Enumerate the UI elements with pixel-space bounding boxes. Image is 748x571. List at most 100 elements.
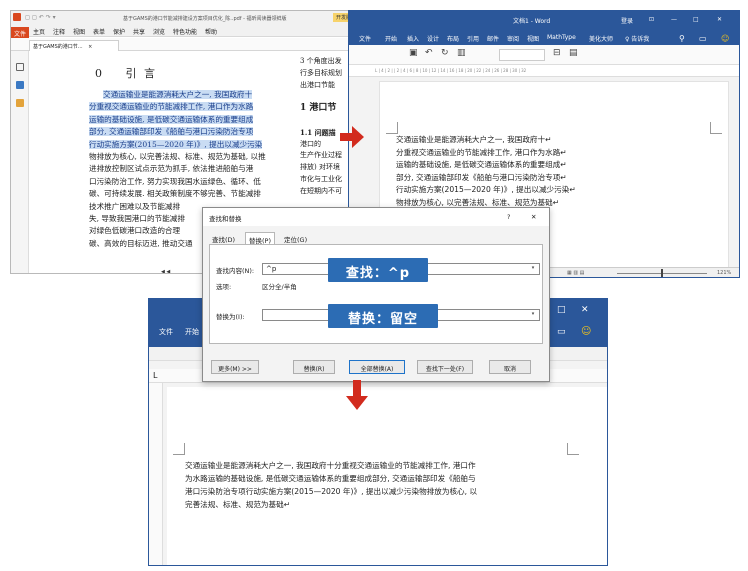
close-icon[interactable]: ✕ (531, 213, 536, 221)
find-input-value: ^p (266, 265, 277, 273)
tab-insert[interactable]: 插入 (407, 34, 419, 43)
section-heading: 0 引 言 (95, 65, 157, 81)
word-ruler: L | 4 | 2 | | 2 | 4 | 6 | 8 | 10 | 12 | … (349, 65, 739, 77)
pdf-doc-tab[interactable]: 基于GAMS的港口节... × (29, 40, 119, 51)
tab-references[interactable]: 引用 (467, 34, 479, 43)
smiley-icon[interactable]: ☺ (721, 34, 729, 43)
maximize-button[interactable]: □ (693, 16, 699, 23)
ribbon-display-icon[interactable]: ⊡ (649, 16, 654, 23)
tab-file[interactable]: 文件 (359, 34, 371, 43)
pdf-titlebar: ◻ ◻ ↶ ↷ ▾ 基于GAMS的港口节能减排建设方案项目优化_陈..pdf -… (11, 11, 361, 25)
tab-view[interactable]: 视图 (527, 34, 539, 43)
tab-layout[interactable]: 布局 (447, 34, 459, 43)
close-button[interactable]: ✕ (717, 16, 722, 23)
tab-review[interactable]: 审阅 (507, 34, 519, 43)
pdf-sidebar (11, 51, 29, 273)
find-next-button[interactable]: 查找下一处(F) (417, 360, 473, 374)
pdf-menu-browse[interactable]: 浏览 (153, 27, 165, 36)
pdf-menu-help[interactable]: 帮助 (205, 27, 217, 36)
tab-beautify[interactable]: 美化大师 (589, 34, 613, 43)
text-line: 完善法规、标准、规范为基础↵ (185, 500, 291, 509)
pdf-menu-view[interactable]: 视图 (73, 27, 85, 36)
tab-design[interactable]: 设计 (427, 34, 439, 43)
page-corner-mark (173, 443, 185, 455)
font-size-box[interactable] (499, 49, 545, 61)
smiley-icon[interactable]: ☺ (581, 326, 591, 337)
maximize-button[interactable]: □ (557, 305, 566, 315)
replace-button[interactable]: 替换(R) (293, 360, 335, 374)
save-icon[interactable]: ▣ (409, 48, 418, 58)
help-icon[interactable]: ? (507, 213, 510, 221)
tab-mailings[interactable]: 邮件 (487, 34, 499, 43)
pdf-app-icon (13, 13, 21, 21)
text-line: 物排放为核心, 以完善法规、标准、规范为基础, 以推 (89, 152, 266, 162)
comment-icon[interactable]: ▭ (557, 327, 566, 337)
zoom-level[interactable]: 121% (717, 270, 731, 276)
text-line: 进排放控制区试点示范为抓手, 依法推进船舶与港 (89, 164, 254, 174)
highlighted-text[interactable]: 交通运输业是能源消耗大户之一, 我国政府十分重视交通运输业的节能减排工作, 港口… (89, 89, 307, 151)
highlighted-line: 分重视交通运输业的节能减排工作, 港口作为水路 (89, 102, 254, 112)
tell-me-search[interactable]: ♀ 告诉我 (625, 34, 649, 43)
tab-home[interactable]: 开始 (385, 34, 397, 43)
word-body-text[interactable]: 交通运输业是能源消耗大户之一, 我国政府十↵ 分重视交通运输业的节能减排工作, 港… (396, 134, 576, 209)
word2-vertical-ruler (149, 383, 163, 565)
tab-stop-icon[interactable]: L (153, 371, 157, 380)
text-line: 交通运输业是能源消耗大户之一, 我国政府十↵ (396, 135, 552, 144)
chevron-down-icon[interactable]: ▾ (528, 265, 538, 273)
close-icon[interactable]: × (88, 44, 92, 50)
find-callout: 查找：^p (328, 258, 428, 282)
view-mode-icons[interactable]: ▦ ▥ ▤ (567, 270, 584, 276)
pages-icon[interactable] (16, 81, 24, 89)
pdf-menu-features[interactable]: 特色功能 (173, 27, 197, 36)
minimize-button[interactable]: — (671, 16, 677, 23)
tab-mathtype[interactable]: MathType (547, 34, 576, 41)
page-corner-mark (386, 122, 398, 134)
paste-icon[interactable]: ▤ (569, 48, 578, 58)
pdf-menu-share[interactable]: 共享 (133, 27, 145, 36)
pdf-title: 基于GAMS的港口节能减排建设方案项目优化_陈..pdf - 福昕阅读器领鲜版 (123, 16, 287, 22)
find-label: 查找内容(N): (216, 267, 255, 275)
arrow-down-icon (346, 380, 368, 410)
tab-home[interactable]: 开始 (185, 327, 199, 337)
section-title: 引 言 (125, 67, 157, 80)
replace-callout: 替换：留空 (328, 304, 438, 328)
pdf-menu-protect[interactable]: 保护 (113, 27, 125, 36)
replace-all-button[interactable]: 全部替换(A) (349, 360, 405, 374)
pdf-doc-tab-label: 基于GAMS的港口节... (33, 44, 83, 50)
word2-body-text[interactable]: 交通运输业是能源消耗大户之一, 我国政府十分重视交通运输业的节能减排工作, 港口… (185, 459, 477, 511)
pdf-menu-home[interactable]: 主页 (33, 27, 45, 36)
word-quick-access: ▣ ↶ ↻ ▥ ⊟ ▤ (349, 45, 739, 65)
redo-icon[interactable]: ↻ (441, 48, 449, 58)
dialog-titlebar: 查找和替换 ? ✕ (203, 208, 549, 226)
word-titlebar: 文档1 - Word 登录 ⊡ — □ ✕ (349, 11, 739, 29)
zoom-slider-thumb[interactable] (661, 269, 663, 277)
more-button[interactable]: 更多(M) >> (211, 360, 259, 374)
page-corner-mark (567, 443, 579, 455)
text-line: 为水路运输的基础设施, 是低碳交通运输体系的重要组成部分, 交通运输部印发《船舶… (185, 474, 476, 483)
format-icon[interactable]: ⊟ (553, 48, 561, 58)
dialog-title: 查找和替换 (209, 215, 242, 223)
highlighted-line: 交通运输业是能源消耗大户之一, 我国政府十 (103, 90, 253, 99)
text-line: 碳、可持续发展. 相关政策制度不够完善、节能减排 (89, 189, 261, 199)
columns-icon[interactable]: ▥ (457, 48, 466, 58)
pdf-menu-form[interactable]: 表单 (93, 27, 105, 36)
user-icon[interactable]: ⚲ (679, 34, 685, 43)
word-title: 文档1 - Word (513, 18, 551, 25)
word2-page: 交通运输业是能源消耗大户之一, 我国政府十分重视交通运输业的节能减排工作, 港口… (167, 387, 607, 565)
pdf-pager[interactable]: ◀ ◀ (161, 269, 170, 273)
pdf-menu-comment[interactable]: 注释 (53, 27, 65, 36)
text-line: 交通运输业是能源消耗大户之一, 我国政府十分重视交通运输业的节能减排工作, 港口… (185, 461, 476, 470)
quick-access-icons[interactable]: ◻ ◻ ↶ ↷ ▾ (25, 14, 56, 21)
find-replace-dialog: 查找和替换 ? ✕ 查找(D) 替换(P) 定位(G) 查找内容(N): ^p … (202, 207, 550, 382)
close-button[interactable]: ✕ (581, 305, 589, 315)
chevron-down-icon[interactable]: ▾ (528, 311, 538, 319)
login-link[interactable]: 登录 (621, 16, 633, 25)
comment-icon[interactable]: ▭ (699, 34, 707, 43)
undo-icon[interactable]: ↶ (425, 48, 433, 58)
text-line: 部分, 交通运输部印发《船舶与港口污染防治专项↵ (396, 172, 567, 182)
tab-file[interactable]: 文件 (159, 327, 173, 337)
cancel-button[interactable]: 取消 (489, 360, 531, 374)
layers-icon[interactable] (16, 99, 24, 107)
bookmark-icon[interactable] (16, 63, 24, 71)
arrow-right-icon (340, 126, 364, 148)
